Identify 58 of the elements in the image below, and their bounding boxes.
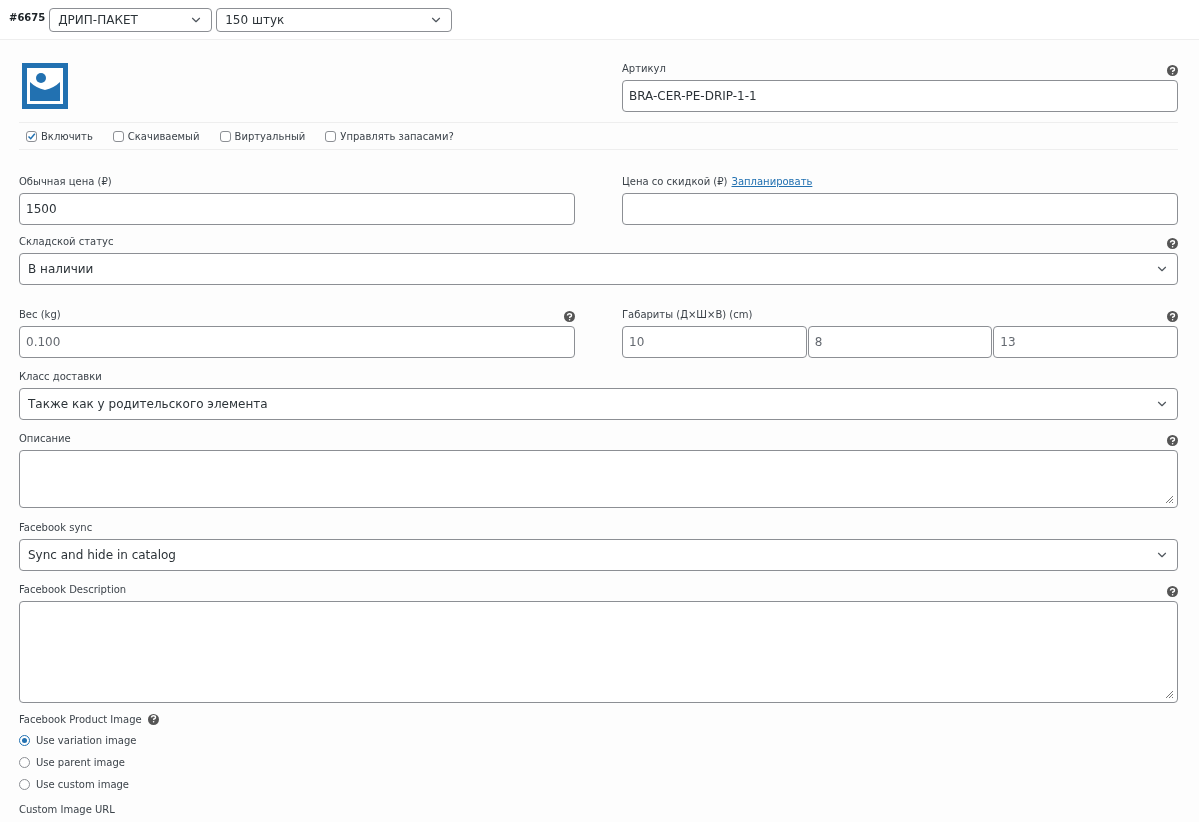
input-field[interactable]: 8 bbox=[807, 326, 993, 358]
checkbox-label: Виртуальный bbox=[234, 129, 306, 144]
schedule-link[interactable]: Запланировать bbox=[731, 174, 813, 189]
help-icon[interactable] bbox=[1167, 586, 1178, 597]
select-value: Sync and hide in catalog bbox=[28, 547, 176, 564]
radio-label: Use custom image bbox=[36, 777, 129, 792]
input-field[interactable] bbox=[622, 193, 1178, 225]
help-icon[interactable] bbox=[1167, 238, 1178, 249]
field-label: Складской статус bbox=[19, 235, 114, 249]
field-label: Габариты (Д×Ш×В) (cm) bbox=[622, 308, 753, 322]
help-icon[interactable] bbox=[1167, 65, 1178, 76]
radio-button[interactable] bbox=[19, 756, 30, 768]
checkbox[interactable] bbox=[325, 130, 337, 142]
input-field[interactable]: 13 bbox=[993, 326, 1178, 358]
checkbox[interactable] bbox=[112, 130, 124, 142]
text-area[interactable] bbox=[19, 450, 1178, 508]
radio-button[interactable] bbox=[19, 778, 30, 790]
help-icon[interactable] bbox=[564, 311, 575, 322]
field-label: Класс доставки bbox=[19, 370, 102, 384]
select-value: ДРИП-ПАКЕТ bbox=[58, 11, 138, 29]
variation-id: #6675 bbox=[9, 11, 46, 25]
help-icon[interactable] bbox=[1167, 435, 1178, 446]
field-label: Custom Image URL bbox=[19, 804, 115, 815]
select-field[interactable]: 150 штук bbox=[216, 7, 453, 32]
checkbox[interactable] bbox=[26, 130, 37, 142]
select-field[interactable]: Также как у родительского элемента bbox=[19, 388, 1178, 420]
select-field[interactable]: Sync and hide in catalog bbox=[19, 539, 1178, 571]
field-label: Описание bbox=[19, 432, 71, 446]
checkbox-label: Управлять запасами? bbox=[340, 129, 454, 144]
image-placeholder-icon[interactable] bbox=[22, 63, 68, 109]
radio-label: Use parent image bbox=[36, 755, 125, 770]
field-label: Обычная цена (₽) bbox=[19, 175, 112, 189]
select-value: Также как у родительского элемента bbox=[28, 396, 268, 413]
help-icon[interactable] bbox=[147, 713, 159, 725]
select-field[interactable]: В наличии bbox=[19, 253, 1178, 285]
checkmark-icon bbox=[27, 131, 36, 141]
checkbox-label: Включить bbox=[41, 129, 93, 144]
help-icon[interactable] bbox=[1167, 311, 1178, 322]
field-label: Артикул bbox=[622, 62, 666, 76]
input-field[interactable]: 10 bbox=[622, 326, 807, 358]
input-field[interactable]: 1500 bbox=[19, 193, 575, 225]
select-value: В наличии bbox=[28, 261, 94, 278]
field-label: Facebook Description bbox=[19, 583, 127, 597]
radio-label: Use variation image bbox=[36, 733, 137, 748]
input-field[interactable]: 0.100 bbox=[19, 326, 575, 358]
select-value: 150 штук bbox=[225, 11, 285, 29]
checkbox[interactable] bbox=[219, 130, 231, 142]
input-field[interactable]: BRA-CER-PE-DRIP-1-1 bbox=[622, 80, 1178, 112]
field-label: Вес (kg) bbox=[19, 308, 61, 322]
field-label: Facebook Product Image bbox=[19, 712, 142, 727]
resize-handle-icon[interactable] bbox=[1164, 494, 1174, 504]
field-label: Facebook sync bbox=[19, 521, 93, 535]
resize-handle-icon[interactable] bbox=[1164, 689, 1174, 699]
checkbox-label: Скачиваемый bbox=[127, 129, 200, 144]
text-area[interactable] bbox=[19, 601, 1178, 703]
select-field[interactable]: ДРИП-ПАКЕТ bbox=[49, 7, 213, 32]
radio-button[interactable] bbox=[19, 734, 30, 746]
field-label: Цена со скидкой (₽) bbox=[622, 175, 728, 189]
